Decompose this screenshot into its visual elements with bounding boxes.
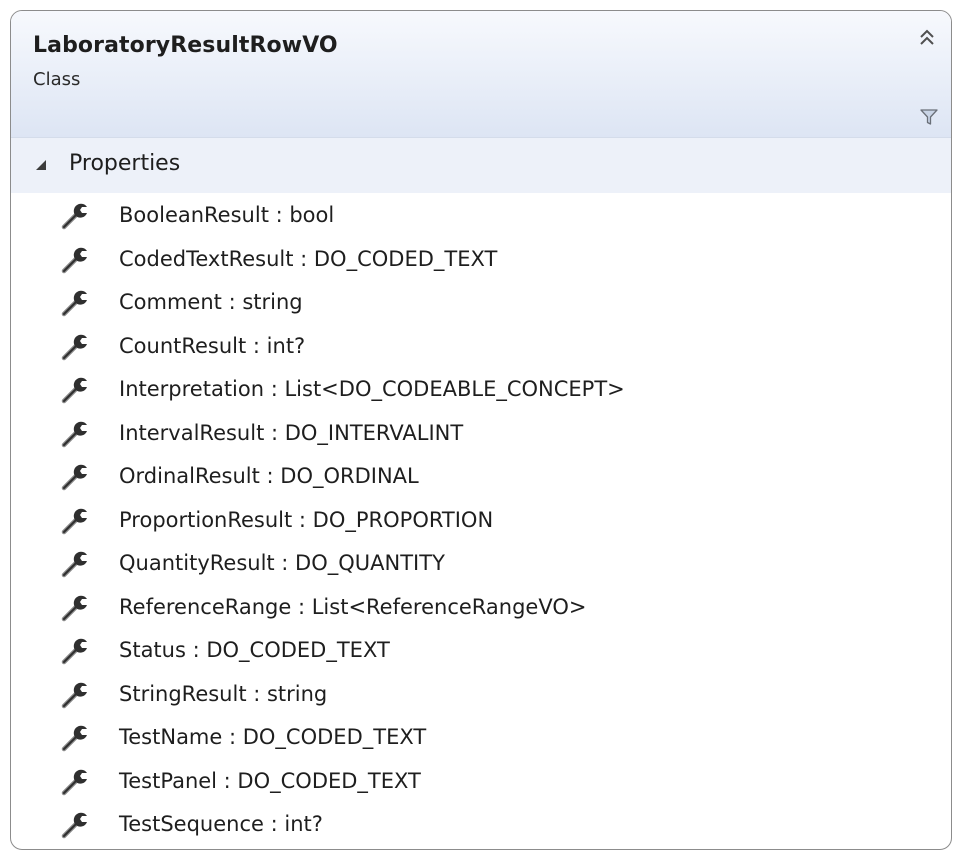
- property-row[interactable]: Interpretation : List<DO_CODEABLE_CONCEP…: [11, 369, 951, 413]
- property-label: StringResult : string: [119, 681, 328, 706]
- property-label: TestPanel : DO_CODED_TEXT: [119, 768, 421, 793]
- property-label: ReferenceRange : List<ReferenceRangeVO>: [119, 594, 587, 619]
- wrench-property-icon: [59, 549, 91, 579]
- class-name: LaboratoryResultRowVO: [33, 33, 338, 58]
- property-row[interactable]: CountResult : int?: [11, 326, 951, 370]
- property-row[interactable]: TestName : DO_CODED_TEXT: [11, 717, 951, 761]
- property-row[interactable]: StringResult : string: [11, 674, 951, 718]
- wrench-property-icon: [59, 419, 91, 449]
- property-label: CodedTextResult : DO_CODED_TEXT: [119, 246, 498, 271]
- properties-section-header[interactable]: Properties: [11, 138, 951, 193]
- wrench-property-icon: [59, 375, 91, 405]
- property-label: IntervalResult : DO_INTERVALINT: [119, 420, 464, 445]
- wrench-property-icon: [59, 462, 91, 492]
- property-row[interactable]: OrdinalResult : DO_ORDINAL: [11, 456, 951, 500]
- property-row[interactable]: Comment : string: [11, 282, 951, 326]
- property-row[interactable]: IntervalResult : DO_INTERVALINT: [11, 413, 951, 457]
- property-label: Status : DO_CODED_TEXT: [119, 638, 390, 662]
- expanded-triangle-icon[interactable]: [35, 159, 47, 171]
- properties-list: BooleanResult : bool CodedTextResult : DO…: [11, 195, 951, 848]
- property-row[interactable]: BooleanResult : bool: [11, 195, 951, 239]
- wrench-property-icon: [59, 636, 91, 666]
- section-title: Properties: [69, 151, 181, 176]
- wrench-property-icon: [59, 332, 91, 362]
- property-row[interactable]: ReferenceRange : List<ReferenceRangeVO>: [11, 587, 951, 631]
- property-label: BooleanResult : bool: [119, 203, 335, 227]
- wrench-property-icon: [59, 288, 91, 318]
- double-chevron-up-icon[interactable]: [917, 27, 937, 49]
- property-label: CountResult : int?: [119, 333, 306, 358]
- property-label: OrdinalResult : DO_ORDINAL: [119, 464, 419, 488]
- property-row[interactable]: TestSequence : int?: [11, 804, 951, 848]
- funnel-filter-icon[interactable]: [919, 107, 939, 127]
- property-label: TestName : DO_CODED_TEXT: [119, 725, 427, 749]
- class-header: LaboratoryResultRowVO Class: [11, 11, 951, 138]
- class-kind: Class: [33, 69, 81, 90]
- wrench-property-icon: [59, 810, 91, 840]
- property-row[interactable]: TestPanel : DO_CODED_TEXT: [11, 761, 951, 805]
- property-label: TestSequence : int?: [119, 812, 323, 836]
- wrench-property-icon: [59, 593, 91, 623]
- property-label: Comment : string: [119, 290, 303, 314]
- property-label: ProportionResult : DO_PROPORTION: [119, 507, 494, 532]
- property-label: Interpretation : List<DO_CODEABLE_CONCEP…: [119, 377, 625, 401]
- wrench-property-icon: [59, 767, 91, 797]
- property-row[interactable]: CodedTextResult : DO_CODED_TEXT: [11, 239, 951, 283]
- wrench-property-icon: [59, 723, 91, 753]
- wrench-property-icon: [59, 506, 91, 536]
- wrench-property-icon: [59, 680, 91, 710]
- property-row[interactable]: QuantityResult : DO_QUANTITY: [11, 543, 951, 587]
- wrench-property-icon: [59, 201, 91, 231]
- property-label: QuantityResult : DO_QUANTITY: [119, 551, 445, 575]
- wrench-property-icon: [59, 245, 91, 275]
- class-shape[interactable]: LaboratoryResultRowVO Class Properties B…: [10, 10, 952, 850]
- property-row[interactable]: ProportionResult : DO_PROPORTION: [11, 500, 951, 544]
- property-row[interactable]: Status : DO_CODED_TEXT: [11, 630, 951, 674]
